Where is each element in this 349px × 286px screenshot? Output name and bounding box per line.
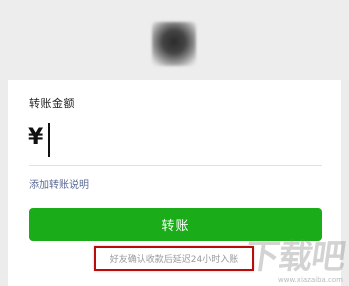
amount-label: 转账金额 (29, 97, 75, 110)
amount-input[interactable] (52, 124, 312, 156)
delay-notice-text: 好友确认收款后延迟24小时入账 (109, 255, 239, 265)
amount-divider (29, 165, 322, 166)
avatar (152, 22, 196, 66)
transfer-button[interactable]: 转账 (29, 208, 322, 241)
add-remark-link[interactable]: 添加转账说明 (29, 176, 89, 191)
payee-header (0, 0, 349, 80)
delay-notice-highlight: 好友确认收款后延迟24小时入账 (94, 246, 254, 271)
currency-symbol: ¥ (28, 125, 44, 150)
transfer-screen: 转账金额 ¥ 添加转账说明 转账 好友确认收款后延迟24小时入账 下载吧 www… (0, 0, 349, 286)
transfer-card: 转账金额 ¥ 添加转账说明 转账 好友确认收款后延迟24小时入账 (8, 80, 341, 286)
text-cursor (48, 123, 50, 157)
